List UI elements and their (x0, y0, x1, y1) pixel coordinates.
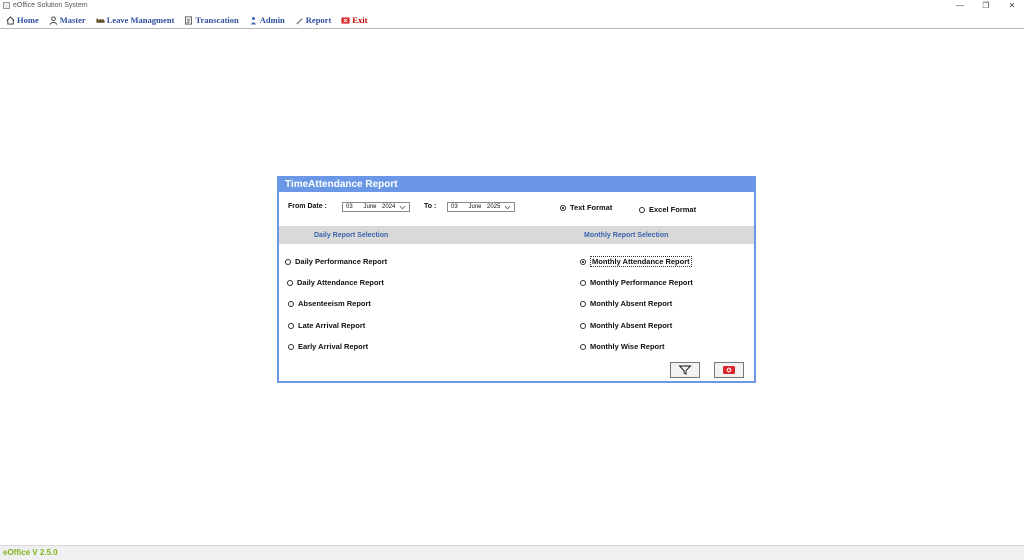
absenteeism-report-radio[interactable]: Absenteeism Report (288, 299, 371, 308)
radio-indicator (560, 204, 566, 211)
radio-label: Late Arrival Report (298, 321, 366, 330)
from-date-label: From Date : (288, 203, 327, 210)
title-bar: eOffice Solution System — ❐ ✕ (0, 0, 1024, 12)
radio-indicator (580, 300, 586, 307)
radio-indicator (288, 343, 294, 350)
close-window-icon (723, 366, 735, 374)
to-month: June (468, 204, 482, 210)
close-button[interactable]: ✕ (1006, 0, 1018, 12)
radio-label: Daily Performance Report (295, 257, 388, 266)
radio-label: Excel Format (649, 205, 697, 214)
daily-section-title: Daily Report Selection (314, 232, 389, 239)
menu-label: Home (17, 15, 39, 25)
text-format-radio[interactable]: Text Format (560, 203, 612, 212)
status-bar: eOffice V 2.5.0 (0, 545, 1024, 560)
radio-label: Monthly Performance Report (590, 278, 693, 287)
radio-label: Early Arrival Report (298, 342, 369, 351)
minimize-button[interactable]: — (954, 0, 966, 12)
late-arrival-report-radio[interactable]: Late Arrival Report (288, 321, 365, 330)
filter-button[interactable] (670, 362, 700, 378)
radio-label: Text Format (570, 203, 613, 212)
radio-indicator (285, 258, 291, 265)
to-date-picker[interactable]: 03 June 2025 (447, 202, 515, 212)
monthly-section-title: Monthly Report Selection (584, 232, 669, 239)
monthly-performance-report-radio[interactable]: Monthly Performance Report (580, 278, 693, 287)
daily-attendance-report-radio[interactable]: Daily Attendance Report (287, 278, 384, 287)
radio-label: Monthly Wise Report (590, 342, 665, 351)
version-label: eOffice V 2.5.0 (3, 548, 58, 557)
radio-label: Absenteeism Report (298, 299, 371, 308)
menu-label: Admin (259, 15, 285, 25)
menu-admin[interactable]: Admin (249, 15, 285, 25)
menu-bar: Home Master Leave Managment Transcation … (0, 12, 1024, 29)
dialog-title: TimeAttendance Report (279, 178, 754, 192)
exit-icon (341, 16, 350, 24)
menu-leave-managment[interactable]: Leave Managment (96, 15, 175, 25)
radio-indicator (580, 343, 586, 350)
home-icon (6, 15, 15, 25)
monthly-attendance-report-radio[interactable]: Monthly Attendance Report (580, 256, 692, 267)
radio-indicator (287, 279, 293, 286)
chevron-down-icon[interactable] (504, 203, 511, 211)
radio-indicator (639, 206, 645, 213)
window-controls: — ❐ ✕ (954, 0, 1018, 12)
pen-icon (296, 17, 303, 25)
radio-label: Monthly Absent Report (590, 321, 673, 330)
close-report-button[interactable] (714, 362, 744, 378)
menu-exit[interactable]: Exit (341, 15, 367, 25)
menu-label: Exit (352, 15, 368, 25)
menu-report[interactable]: Report (295, 15, 332, 25)
radio-label: Monthly Attendance Report (590, 256, 692, 267)
radio-label: Daily Attendance Report (297, 278, 384, 287)
to-year: 2025 (487, 204, 501, 210)
menu-home[interactable]: Home (6, 15, 39, 25)
early-arrival-report-radio[interactable]: Early Arrival Report (288, 342, 368, 351)
radio-indicator (580, 322, 586, 329)
filter-icon (678, 365, 692, 375)
radio-label: Monthly Absent Report (590, 299, 673, 308)
menu-master[interactable]: Master (49, 15, 86, 25)
radio-indicator (580, 279, 586, 286)
chevron-down-icon[interactable] (399, 203, 406, 211)
menu-label: Master (59, 15, 86, 25)
from-year: 2024 (382, 204, 396, 210)
menu-transcation[interactable]: Transcation (184, 15, 239, 25)
monthly-absent-report-radio[interactable]: Monthly Absent Report (580, 299, 672, 308)
to-date-label: To : (424, 203, 437, 210)
menu-label: Leave Managment (106, 15, 175, 25)
app-icon (3, 2, 10, 9)
document-icon (185, 16, 193, 24)
user-icon (49, 15, 58, 25)
menu-label: Transcation (195, 15, 239, 25)
to-day: 03 (451, 204, 458, 210)
time-attendance-dialog: TimeAttendance Report From Date : 03 Jun… (277, 176, 756, 383)
radio-indicator (580, 258, 586, 265)
radio-indicator (288, 322, 294, 329)
monthly-absent-report-radio-2[interactable]: Monthly Absent Report (580, 321, 672, 330)
window-title: eOffice Solution System (13, 2, 88, 9)
radio-indicator (288, 300, 294, 307)
daily-performance-report-radio[interactable]: Daily Performance Report (285, 257, 387, 266)
from-date-picker[interactable]: 03 June 2024 (342, 202, 410, 212)
monthly-wise-report-radio[interactable]: Monthly Wise Report (580, 342, 665, 351)
from-month: June (363, 204, 377, 210)
bed-icon (96, 18, 105, 23)
restore-button[interactable]: ❐ (980, 0, 992, 12)
excel-format-radio[interactable]: Excel Format (639, 205, 696, 214)
admin-icon (250, 16, 256, 25)
from-day: 03 (346, 204, 353, 210)
menu-label: Report (305, 15, 332, 25)
